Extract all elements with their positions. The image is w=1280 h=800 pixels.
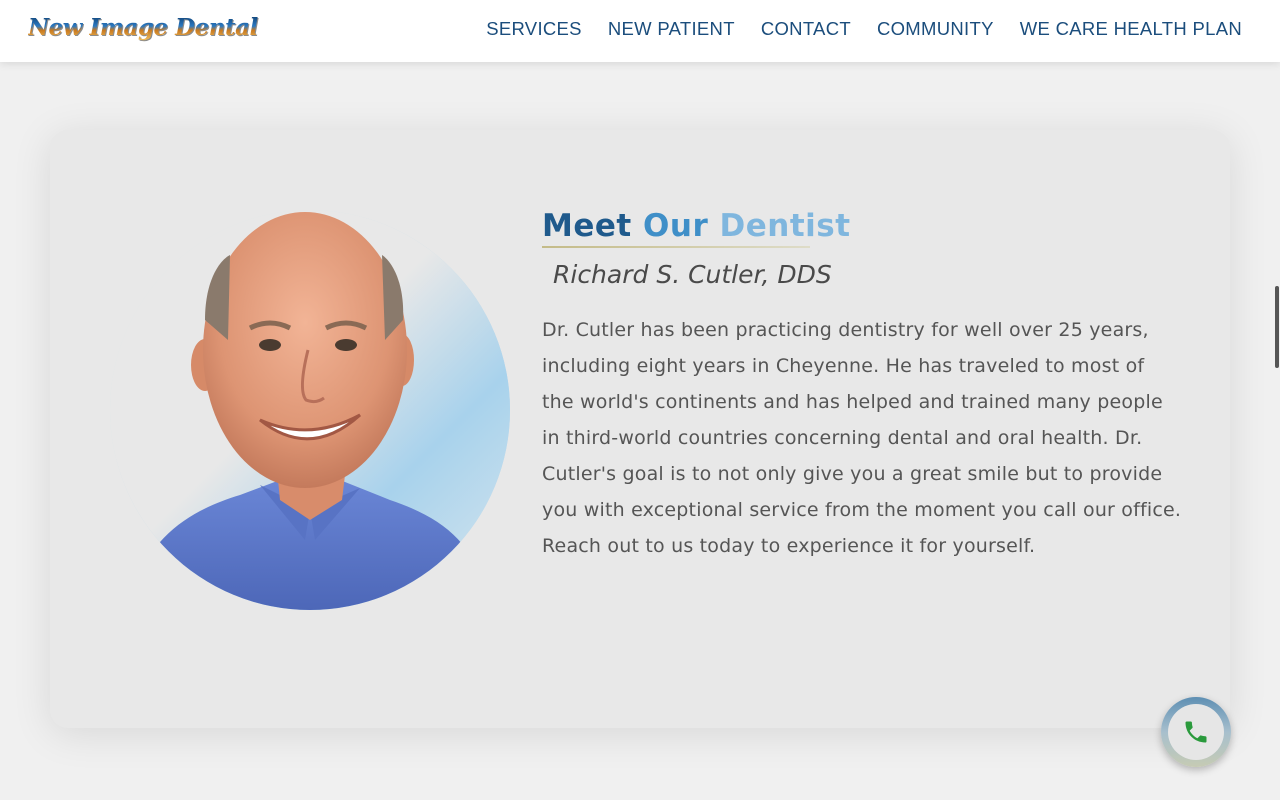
page: New Image Dental New Image Dental SERVIC…: [0, 0, 1280, 800]
nav-community[interactable]: COMMUNITY: [877, 18, 994, 40]
logo-text: New Image Dental: [28, 14, 258, 41]
call-button-face: [1168, 704, 1224, 760]
phone-icon: [1185, 721, 1207, 743]
nav-new-patient[interactable]: NEW PATIENT: [608, 18, 735, 40]
nav-we-care-health-plan[interactable]: WE CARE HEALTH PLAN: [1020, 18, 1242, 40]
site-header: New Image Dental New Image Dental SERVIC…: [0, 0, 1280, 62]
call-button[interactable]: [1161, 697, 1231, 767]
nav-services[interactable]: SERVICES: [486, 18, 582, 40]
nav-contact[interactable]: CONTACT: [761, 18, 851, 40]
dentist-portrait: [110, 210, 510, 610]
heading-word-meet: Meet: [542, 208, 632, 244]
main-nav: SERVICES NEW PATIENT CONTACT COMMUNITY W…: [486, 18, 1242, 40]
heading-word-dentist: Dentist: [719, 208, 851, 244]
scrollbar-thumb[interactable]: [1275, 286, 1279, 368]
section-heading: Meet Our Dentist: [542, 208, 851, 244]
dentist-bio: Dr. Cutler has been practicing dentistry…: [542, 319, 1182, 557]
dentist-name: Richard S. Cutler, DDS: [553, 260, 832, 289]
heading-underline: [542, 246, 810, 248]
meet-dentist-card: Meet Our Dentist Richard S. Cutler, DDS …: [50, 130, 1230, 728]
dentist-photo-illustration: [110, 210, 510, 610]
headline-block: Meet Our Dentist: [542, 208, 851, 248]
heading-word-our: Our: [643, 208, 709, 244]
